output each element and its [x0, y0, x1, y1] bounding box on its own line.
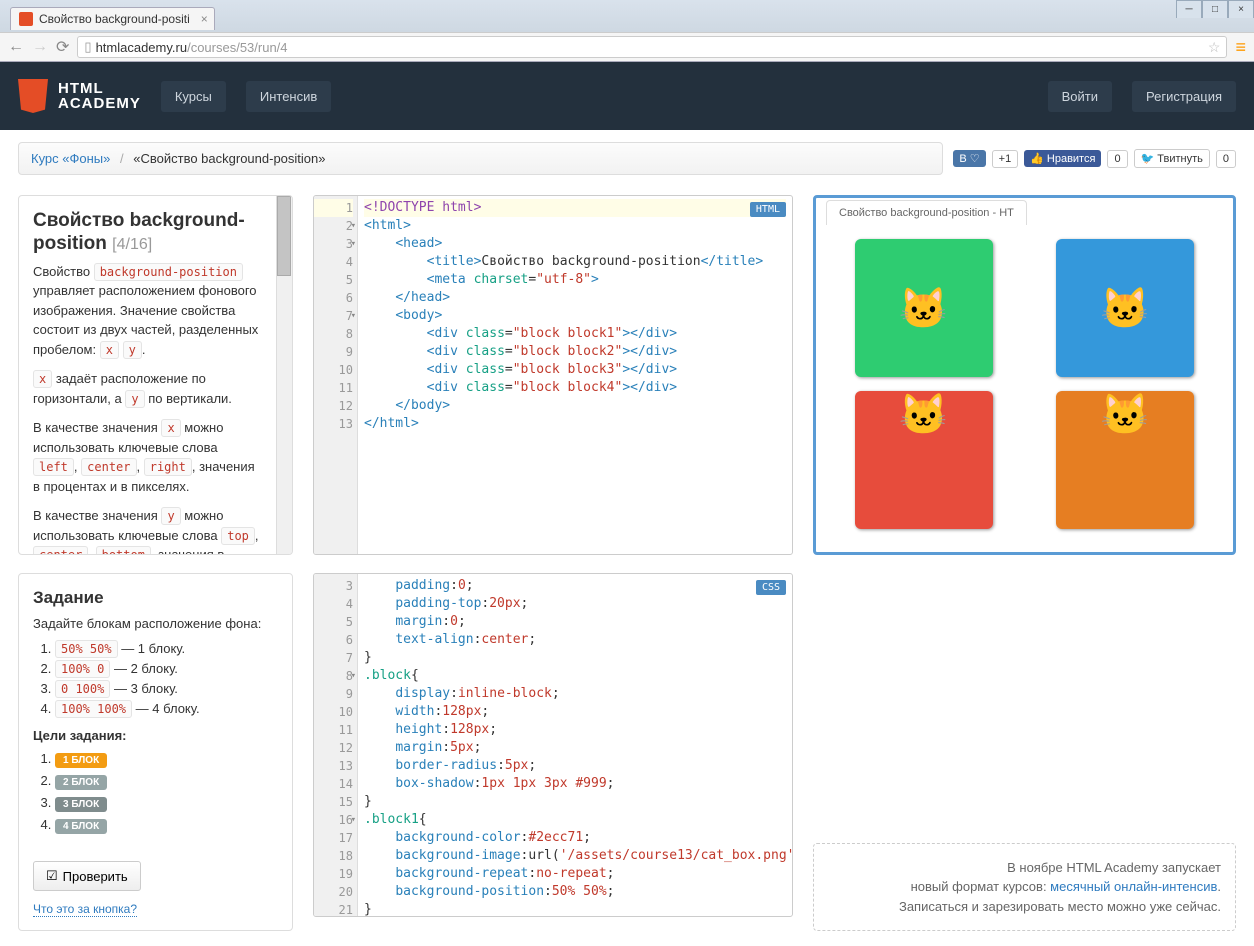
- task-item: 100% 100% — 4 блоку.: [55, 701, 278, 716]
- logo[interactable]: HTMLACADEMY: [18, 79, 141, 113]
- nav-courses[interactable]: Курсы: [161, 81, 226, 112]
- preview-panel: Свойство background-position - HT 🐱 🐱 🐱 …: [813, 195, 1236, 555]
- site-header: HTMLACADEMY Курсы Интенсив Войти Регистр…: [0, 62, 1254, 130]
- breadcrumb-link[interactable]: Курс «Фоны»: [31, 151, 110, 166]
- goals-list: 1 БЛОК 2 БЛОК 3 БЛОК 4 БЛОК: [33, 751, 278, 834]
- task-intro: Задайте блокам расположение фона:: [33, 616, 278, 631]
- preview-block-4: 🐱: [1056, 391, 1194, 529]
- goal-badge: 3 БЛОК: [55, 797, 107, 812]
- address-bar-row: ← → ⟳ ▯ htmlacademy.ru/courses/53/run/4 …: [0, 32, 1254, 61]
- preview-block-2: 🐱: [1056, 239, 1194, 377]
- css-editor[interactable]: CSS 3456789101112131415161718192021 padd…: [313, 573, 793, 917]
- browser-tab[interactable]: Свойство background-positi ×: [10, 7, 215, 30]
- check-icon: ☑: [46, 868, 58, 884]
- preview-body: 🐱 🐱 🐱 🐱: [816, 225, 1233, 543]
- theory-p1: Свойство background-position управляет р…: [33, 262, 278, 360]
- task-list: 50% 50% — 1 блоку. 100% 0 — 2 блоку. 0 1…: [33, 641, 278, 716]
- promo-panel: В ноябре HTML Academy запускает новый фо…: [813, 843, 1236, 932]
- html-gutter: 12345678910111213: [314, 196, 358, 554]
- scroll-thumb[interactable]: [277, 196, 291, 276]
- check-button[interactable]: ☑ Проверить: [33, 861, 141, 891]
- scrollbar[interactable]: [276, 196, 292, 554]
- task-item: 50% 50% — 1 блоку.: [55, 641, 278, 656]
- tab-title: Свойство background-positi: [39, 12, 190, 26]
- logo-shield-icon: [18, 79, 48, 113]
- url-input[interactable]: ▯ htmlacademy.ru/courses/53/run/4 ☆: [77, 36, 1227, 58]
- theory-panel: Свойство background-position [4/16] Свой…: [18, 195, 293, 555]
- page-icon: ▯: [84, 39, 91, 55]
- logo-text: HTMLACADEMY: [58, 81, 141, 111]
- social-buttons: В ♡ +1 👍 Нравится 0 🐦 Твитнуть 0: [953, 149, 1236, 168]
- task-panel: Задание Задайте блокам расположение фона…: [18, 573, 293, 931]
- theory-p3: В качестве значения x можно использовать…: [33, 418, 278, 496]
- fb-count: 0: [1107, 150, 1127, 168]
- menu-icon[interactable]: ≡: [1235, 37, 1246, 58]
- vk-button[interactable]: В ♡: [953, 150, 985, 167]
- close-button[interactable]: ×: [1228, 0, 1254, 18]
- register-button[interactable]: Регистрация: [1132, 81, 1236, 112]
- css-gutter: 3456789101112131415161718192021: [314, 574, 358, 916]
- breadcrumb: Курс «Фоны» / «Свойство background-posit…: [18, 142, 943, 175]
- goal-badge: 1 БЛОК: [55, 753, 107, 768]
- favicon-icon: [19, 12, 33, 26]
- url-host: htmlacademy.ru: [96, 40, 188, 55]
- theory-p2: x задаёт расположение по горизонтали, а …: [33, 369, 278, 408]
- preview-tab: Свойство background-position - HT: [826, 200, 1027, 225]
- html-editor[interactable]: HTML 12345678910111213 <!DOCTYPE html> <…: [313, 195, 793, 555]
- tw-button[interactable]: 🐦 Твитнуть: [1134, 149, 1210, 168]
- theory-title: Свойство background-position [4/16]: [33, 210, 278, 256]
- progress: [4/16]: [112, 236, 152, 253]
- css-badge: CSS: [756, 580, 786, 595]
- forward-button[interactable]: →: [32, 38, 48, 56]
- task-title: Задание: [33, 588, 278, 608]
- login-button[interactable]: Войти: [1048, 81, 1112, 112]
- tw-count: 0: [1216, 150, 1236, 168]
- theory-p4: В качестве значения y можно использовать…: [33, 506, 278, 555]
- preview-block-1: 🐱: [855, 239, 993, 377]
- tab-close-icon[interactable]: ×: [201, 12, 208, 26]
- html-badge: HTML: [750, 202, 786, 217]
- browser-chrome: ─ □ × Свойство background-positi × ← → ⟳…: [0, 0, 1254, 62]
- fb-like-button[interactable]: 👍 Нравится: [1024, 150, 1101, 167]
- help-link[interactable]: Что это за кнопка?: [33, 902, 137, 917]
- goal-badge: 2 БЛОК: [55, 775, 107, 790]
- window-buttons: ─ □ ×: [1176, 0, 1254, 18]
- task-item: 0 100% — 3 блоку.: [55, 681, 278, 696]
- goals-label: Цели задания:: [33, 728, 278, 743]
- bookmark-icon[interactable]: ☆: [1208, 39, 1221, 56]
- goal-badge: 4 БЛОК: [55, 819, 107, 834]
- nav-intensive[interactable]: Интенсив: [246, 81, 331, 112]
- reload-button[interactable]: ⟳: [56, 37, 69, 57]
- minimize-button[interactable]: ─: [1176, 0, 1202, 18]
- breadcrumb-current: «Свойство background-position»: [133, 151, 325, 166]
- vk-count: +1: [992, 150, 1019, 168]
- back-button[interactable]: ←: [8, 38, 24, 56]
- url-path: /courses/53/run/4: [187, 40, 287, 55]
- html-code[interactable]: <!DOCTYPE html> <html> <head> <title>Сво…: [358, 196, 792, 436]
- css-code[interactable]: padding:0; padding-top:20px; margin:0; t…: [358, 574, 792, 917]
- preview-block-3: 🐱: [855, 391, 993, 529]
- maximize-button[interactable]: □: [1202, 0, 1228, 18]
- task-item: 100% 0 — 2 блоку.: [55, 661, 278, 676]
- promo-link[interactable]: месячный онлайн-интенсив: [1050, 879, 1217, 894]
